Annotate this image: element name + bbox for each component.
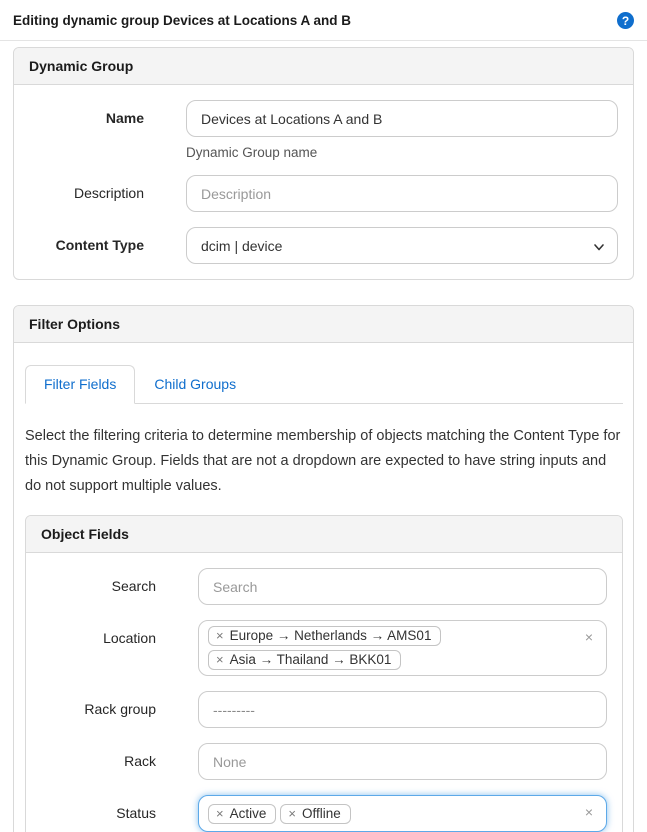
- object-fields-panel: Object Fields Search Location × Europe: [25, 515, 623, 832]
- status-control: × Active × Offline ×: [198, 795, 607, 832]
- content-type-select[interactable]: dcim | device: [186, 227, 618, 264]
- rack-row: Rack: [41, 743, 607, 780]
- dynamic-group-panel-body: Name Dynamic Group name Description Cont…: [14, 85, 633, 279]
- tab-child-groups[interactable]: Child Groups: [135, 365, 255, 404]
- rack-group-input[interactable]: [198, 691, 607, 728]
- object-fields-panel-heading: Object Fields: [26, 516, 622, 553]
- rack-control: [198, 743, 607, 780]
- location-control: × Europe → Netherlands → AMS01 × Asia → …: [198, 620, 607, 676]
- remove-tag-icon[interactable]: ×: [216, 653, 224, 666]
- location-label: Location: [41, 620, 156, 646]
- status-label: Status: [41, 795, 156, 821]
- help-icon[interactable]: ?: [617, 12, 634, 29]
- description-control: [186, 175, 618, 212]
- rack-group-label: Rack group: [41, 691, 156, 717]
- status-multiselect[interactable]: × Active × Offline ×: [198, 795, 607, 832]
- location-tag: × Europe → Netherlands → AMS01: [208, 626, 441, 646]
- rack-group-row: Rack group: [41, 691, 607, 728]
- tab-filter-fields[interactable]: Filter Fields: [25, 365, 135, 404]
- status-tag-label: Offline: [302, 806, 341, 821]
- object-fields-panel-body: Search Location × Europe → Netherlands →…: [26, 553, 622, 832]
- rack-label: Rack: [41, 743, 156, 769]
- location-tag: × Asia → Thailand → BKK01: [208, 650, 401, 670]
- page-title: Editing dynamic group Devices at Locatio…: [13, 13, 351, 28]
- location-multiselect[interactable]: × Europe → Netherlands → AMS01 × Asia → …: [198, 620, 607, 676]
- filter-intro-text: Select the filtering criteria to determi…: [25, 424, 623, 499]
- remove-tag-icon[interactable]: ×: [216, 629, 224, 642]
- description-input[interactable]: [186, 175, 618, 212]
- description-row: Description: [29, 175, 618, 212]
- location-tag-label: Europe → Netherlands → AMS01: [230, 628, 432, 643]
- content-type-control: dcim | device: [186, 227, 618, 264]
- location-row: Location × Europe → Netherlands → AMS01 …: [41, 620, 607, 676]
- status-tag: × Offline: [280, 804, 350, 824]
- content-type-row: Content Type dcim | device: [29, 227, 618, 264]
- content-type-selected-value: dcim | device: [201, 238, 282, 254]
- status-tag: × Active: [208, 804, 276, 824]
- search-row: Search: [41, 568, 607, 605]
- remove-tag-icon[interactable]: ×: [288, 807, 296, 820]
- status-tag-label: Active: [230, 806, 267, 821]
- location-tag-label: Asia → Thailand → BKK01: [230, 652, 392, 667]
- chevron-down-icon: [593, 241, 605, 253]
- page-header: Editing dynamic group Devices at Locatio…: [0, 0, 647, 41]
- dynamic-group-panel-heading: Dynamic Group: [14, 48, 633, 85]
- filter-options-panel-heading: Filter Options: [14, 306, 633, 343]
- name-input[interactable]: [186, 100, 618, 137]
- search-label: Search: [41, 568, 156, 594]
- clear-field-icon[interactable]: ×: [585, 805, 593, 819]
- clear-field-icon[interactable]: ×: [585, 630, 593, 644]
- description-label: Description: [29, 175, 144, 201]
- status-row: Status × Active × Offline ×: [41, 795, 607, 832]
- content-type-label: Content Type: [29, 227, 144, 253]
- name-label: Name: [29, 100, 144, 126]
- filter-options-panel: Filter Options Filter Fields Child Group…: [13, 305, 634, 832]
- rack-input[interactable]: [198, 743, 607, 780]
- filter-options-panel-body: Filter Fields Child Groups Select the fi…: [14, 343, 633, 832]
- dynamic-group-panel: Dynamic Group Name Dynamic Group name De…: [13, 47, 634, 280]
- search-control: [198, 568, 607, 605]
- name-help-text: Dynamic Group name: [186, 145, 618, 160]
- tab-filter-fields-label[interactable]: Filter Fields: [25, 365, 135, 404]
- tab-child-groups-label[interactable]: Child Groups: [135, 365, 255, 404]
- remove-tag-icon[interactable]: ×: [216, 807, 224, 820]
- filter-tabs: Filter Fields Child Groups: [25, 365, 623, 404]
- rack-group-control: [198, 691, 607, 728]
- search-input[interactable]: [198, 568, 607, 605]
- name-control: Dynamic Group name: [186, 100, 618, 160]
- name-row: Name Dynamic Group name: [29, 100, 618, 160]
